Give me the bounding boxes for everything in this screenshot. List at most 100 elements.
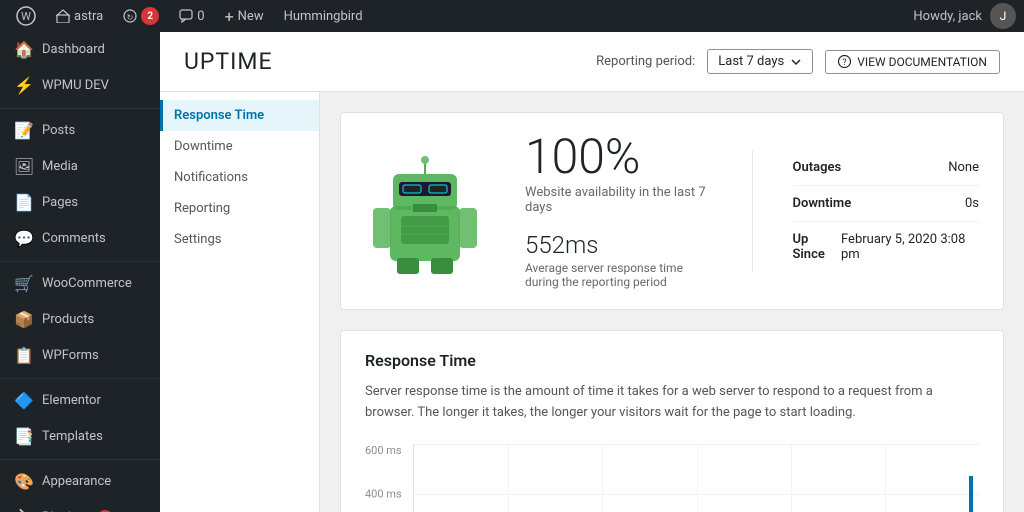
svg-text:?: ? <box>843 58 847 68</box>
admin-bar: W astra ↻ 2 0 New Hummingbird Howdy, jac… <box>0 0 1024 32</box>
sidebar-item-appearance[interactable]: 🎨 Appearance <box>0 464 160 500</box>
main-layout: 🏠 Dashboard ⚡ WPMU DEV 📝 Posts 🖼 Media 📄… <box>0 32 1024 512</box>
response-time-value: 552ms <box>525 231 712 259</box>
stat-row-up-since: Up Since February 5, 2020 3:08 pm <box>793 222 980 272</box>
view-docs-button[interactable]: ? VIEW DOCUMENTATION <box>825 50 1000 74</box>
plugin-name-label: Hummingbird <box>284 9 363 24</box>
woocommerce-icon: 🛒 <box>14 274 34 294</box>
wpforms-icon: 📋 <box>14 346 34 366</box>
products-icon: 📦 <box>14 310 34 330</box>
sidebar-label-appearance: Appearance <box>42 473 111 491</box>
new-item[interactable]: New <box>217 0 272 32</box>
sub-nav: Response Time Downtime Notifications Rep… <box>160 92 320 512</box>
header-right: Reporting period: Last 7 days ? VIEW DOC… <box>596 49 1000 74</box>
robot-illustration <box>365 146 485 276</box>
posts-icon: 📝 <box>14 121 34 141</box>
greeting-label: Howdy, jack <box>913 9 982 24</box>
sub-nav-settings[interactable]: Settings <box>160 224 319 255</box>
inner-layout: Response Time Downtime Notifications Rep… <box>160 92 1024 512</box>
sidebar-item-templates[interactable]: 📑 Templates <box>0 419 160 455</box>
sidebar-item-elementor[interactable]: 🔷 Elementor <box>0 383 160 419</box>
media-icon: 🖼 <box>14 157 34 177</box>
view-docs-label: VIEW DOCUMENTATION <box>857 55 987 69</box>
chart-area: 600 ms 400 ms <box>365 444 979 512</box>
chart-label-400: 400 ms <box>365 487 402 500</box>
sidebar-item-products[interactable]: 📦 Products <box>0 302 160 338</box>
chart-vline-5 <box>885 444 886 512</box>
sidebar-label-dashboard: Dashboard <box>42 41 105 59</box>
up-since-label: Up Since <box>793 232 842 262</box>
outages-label: Outages <box>793 160 842 175</box>
updates-badge: 2 <box>141 7 159 25</box>
main-content: 100% Website availability in the last 7 … <box>320 92 1024 512</box>
sub-nav-reporting[interactable]: Reporting <box>160 193 319 224</box>
comments-count: 0 <box>197 9 204 24</box>
wpmu-icon: ⚡ <box>14 76 34 96</box>
response-time-label: Average server response time during the … <box>525 261 712 289</box>
sub-nav-label-settings: Settings <box>174 232 221 247</box>
wp-logo-item[interactable]: W <box>8 0 44 32</box>
docs-icon: ? <box>838 55 851 68</box>
sidebar-label-media: Media <box>42 158 78 176</box>
chart-vline-2 <box>602 444 603 512</box>
chart-vline-3 <box>697 444 698 512</box>
stats-details: Outages None Downtime 0s Up Since Februa… <box>752 150 980 272</box>
svg-text:↻: ↻ <box>127 13 134 22</box>
new-label: New <box>238 9 264 24</box>
sidebar-label-woocommerce: WooCommerce <box>42 275 132 293</box>
sidebar-item-media[interactable]: 🖼 Media <box>0 149 160 185</box>
period-value: Last 7 days <box>718 54 784 69</box>
sub-nav-response-time[interactable]: Response Time <box>160 100 319 131</box>
sidebar-divider-1 <box>0 108 160 109</box>
wp-icon: W <box>16 6 36 26</box>
stat-row-outages: Outages None <box>793 150 980 186</box>
outages-value: None <box>948 160 979 175</box>
comments-item[interactable]: 0 <box>171 0 212 32</box>
admin-bar-left: W astra ↻ 2 0 New Hummingbird <box>8 0 913 32</box>
up-since-value: February 5, 2020 3:08 pm <box>841 232 979 262</box>
templates-icon: 📑 <box>14 427 34 447</box>
sidebar-item-wpmu-dev[interactable]: ⚡ WPMU DEV <box>0 68 160 104</box>
site-name-label: astra <box>74 9 103 24</box>
sidebar-label-pages: Pages <box>42 194 78 212</box>
sub-nav-notifications[interactable]: Notifications <box>160 162 319 193</box>
sub-nav-downtime[interactable]: Downtime <box>160 131 319 162</box>
sidebar-label-comments: Comments <box>42 230 106 248</box>
updates-icon: ↻ <box>123 9 137 23</box>
page-header: UPTIME Reporting period: Last 7 days ? V… <box>160 32 1024 92</box>
sidebar-label-templates: Templates <box>42 428 103 446</box>
sidebar-item-plugins[interactable]: 🔌 Plugins 2 <box>0 500 160 512</box>
sidebar-label-wpmu: WPMU DEV <box>42 77 109 95</box>
page-title: UPTIME <box>184 48 273 75</box>
sidebar-divider-3 <box>0 378 160 379</box>
sidebar-label-posts: Posts <box>42 122 75 140</box>
sidebar: 🏠 Dashboard ⚡ WPMU DEV 📝 Posts 🖼 Media 📄… <box>0 32 160 512</box>
stats-main: 100% Website availability in the last 7 … <box>525 133 712 289</box>
uptime-percent: 100% <box>525 133 712 181</box>
chart-vline-4 <box>791 444 792 512</box>
sidebar-divider-2 <box>0 261 160 262</box>
sidebar-item-wpforms[interactable]: 📋 WPForms <box>0 338 160 374</box>
reporting-period-label: Reporting period: <box>596 54 695 69</box>
sidebar-item-pages[interactable]: 📄 Pages <box>0 185 160 221</box>
sidebar-item-dashboard[interactable]: 🏠 Dashboard <box>0 32 160 68</box>
house-icon <box>56 9 70 23</box>
stat-row-downtime: Downtime 0s <box>793 186 980 222</box>
sidebar-item-comments[interactable]: 💬 Comments <box>0 221 160 257</box>
updates-item[interactable]: ↻ 2 <box>115 0 167 32</box>
comments-sidebar-icon: 💬 <box>14 229 34 249</box>
plugins-icon: 🔌 <box>14 508 34 512</box>
period-select[interactable]: Last 7 days <box>707 49 813 74</box>
stats-card: 100% Website availability in the last 7 … <box>340 112 1004 310</box>
site-name-item[interactable]: astra <box>48 0 111 32</box>
response-section-title: Response Time <box>365 351 979 370</box>
downtime-label: Downtime <box>793 196 852 211</box>
appearance-icon: 🎨 <box>14 472 34 492</box>
sidebar-item-woocommerce[interactable]: 🛒 WooCommerce <box>0 266 160 302</box>
sidebar-item-posts[interactable]: 📝 Posts <box>0 113 160 149</box>
plugin-name-item[interactable]: Hummingbird <box>276 0 371 32</box>
chart-bar <box>969 476 973 512</box>
avatar: J <box>990 3 1016 29</box>
comments-icon <box>179 9 193 23</box>
elementor-icon: 🔷 <box>14 391 34 411</box>
